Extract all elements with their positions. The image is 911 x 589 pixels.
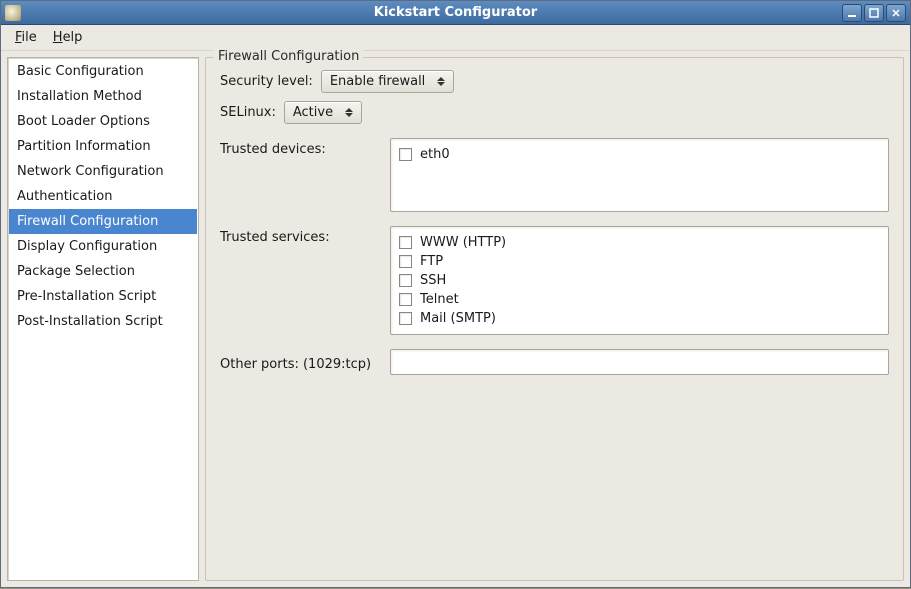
trusted-service-telnet[interactable]: Telnet xyxy=(399,290,880,309)
security-level-value: Enable firewall xyxy=(330,74,425,89)
trusted-service-label: Mail (SMTP) xyxy=(420,311,496,326)
selinux-row: SELinux: Active xyxy=(220,101,889,124)
group-legend: Firewall Configuration xyxy=(214,49,363,64)
security-level-label: Security level: xyxy=(220,74,313,89)
sidebar-item-partition-information[interactable]: Partition Information xyxy=(9,134,197,159)
checkbox-icon[interactable] xyxy=(399,274,412,287)
window-controls xyxy=(842,4,906,22)
close-button[interactable] xyxy=(886,4,906,22)
trusted-devices-label: Trusted devices: xyxy=(220,138,382,157)
checkbox-icon[interactable] xyxy=(399,236,412,249)
trusted-service-label: Telnet xyxy=(420,292,459,307)
sidebar-item-package-selection[interactable]: Package Selection xyxy=(9,259,197,284)
sidebar-item-authentication[interactable]: Authentication xyxy=(9,184,197,209)
selinux-label: SELinux: xyxy=(220,105,276,120)
trusted-services-list[interactable]: WWW (HTTP) FTP SSH Telnet xyxy=(390,226,889,335)
selinux-select[interactable]: Active xyxy=(284,101,362,124)
window-titlebar[interactable]: Kickstart Configurator xyxy=(1,1,910,25)
checkbox-icon[interactable] xyxy=(399,293,412,306)
trusted-services-label: Trusted services: xyxy=(220,226,382,245)
app-icon xyxy=(5,5,21,21)
firewall-configuration-group: Firewall Configuration Security level: E… xyxy=(205,57,904,581)
main-panel: Firewall Configuration Security level: E… xyxy=(205,57,904,581)
content-area: Basic Configuration Installation Method … xyxy=(1,51,910,587)
maximize-icon xyxy=(869,8,879,18)
other-ports-row: Other ports: (1029:tcp) xyxy=(220,349,889,375)
trusted-device-eth0[interactable]: eth0 xyxy=(399,145,880,164)
minimize-icon xyxy=(847,8,857,18)
trusted-service-label: SSH xyxy=(420,273,446,288)
sidebar-item-boot-loader-options[interactable]: Boot Loader Options xyxy=(9,109,197,134)
minimize-button[interactable] xyxy=(842,4,862,22)
menubar: File Help xyxy=(1,25,910,51)
trusted-service-ssh[interactable]: SSH xyxy=(399,271,880,290)
window-title: Kickstart Configurator xyxy=(1,5,910,20)
sidebar-item-installation-method[interactable]: Installation Method xyxy=(9,84,197,109)
trusted-service-label: WWW (HTTP) xyxy=(420,235,506,250)
trusted-service-mail[interactable]: Mail (SMTP) xyxy=(399,309,880,328)
trusted-service-www[interactable]: WWW (HTTP) xyxy=(399,233,880,252)
sidebar-item-display-configuration[interactable]: Display Configuration xyxy=(9,234,197,259)
trusted-device-label: eth0 xyxy=(420,147,450,162)
sidebar-item-post-installation-script[interactable]: Post-Installation Script xyxy=(9,309,197,334)
sidebar-item-network-configuration[interactable]: Network Configuration xyxy=(9,159,197,184)
menu-file[interactable]: File xyxy=(7,27,45,48)
sidebar-item-firewall-configuration[interactable]: Firewall Configuration xyxy=(9,209,197,234)
security-level-select[interactable]: Enable firewall xyxy=(321,70,454,93)
close-icon xyxy=(891,8,901,18)
updown-icon xyxy=(343,108,355,117)
other-ports-input[interactable] xyxy=(390,349,889,375)
updown-icon xyxy=(435,77,447,86)
sidebar-item-pre-installation-script[interactable]: Pre-Installation Script xyxy=(9,284,197,309)
application-window: Kickstart Configurator File Help Basic C… xyxy=(0,0,911,588)
menu-help[interactable]: Help xyxy=(45,27,91,48)
selinux-value: Active xyxy=(293,105,333,120)
checkbox-icon[interactable] xyxy=(399,148,412,161)
trusted-services-row: Trusted services: WWW (HTTP) FTP SSH xyxy=(220,226,889,335)
sidebar-item-basic-configuration[interactable]: Basic Configuration xyxy=(9,59,197,84)
checkbox-icon[interactable] xyxy=(399,312,412,325)
maximize-button[interactable] xyxy=(864,4,884,22)
navigation-sidebar[interactable]: Basic Configuration Installation Method … xyxy=(7,57,199,581)
security-level-row: Security level: Enable firewall xyxy=(220,70,889,93)
trusted-devices-list[interactable]: eth0 xyxy=(390,138,889,212)
trusted-service-label: FTP xyxy=(420,254,443,269)
trusted-devices-row: Trusted devices: eth0 xyxy=(220,138,889,212)
other-ports-label: Other ports: (1029:tcp) xyxy=(220,353,382,372)
trusted-service-ftp[interactable]: FTP xyxy=(399,252,880,271)
checkbox-icon[interactable] xyxy=(399,255,412,268)
